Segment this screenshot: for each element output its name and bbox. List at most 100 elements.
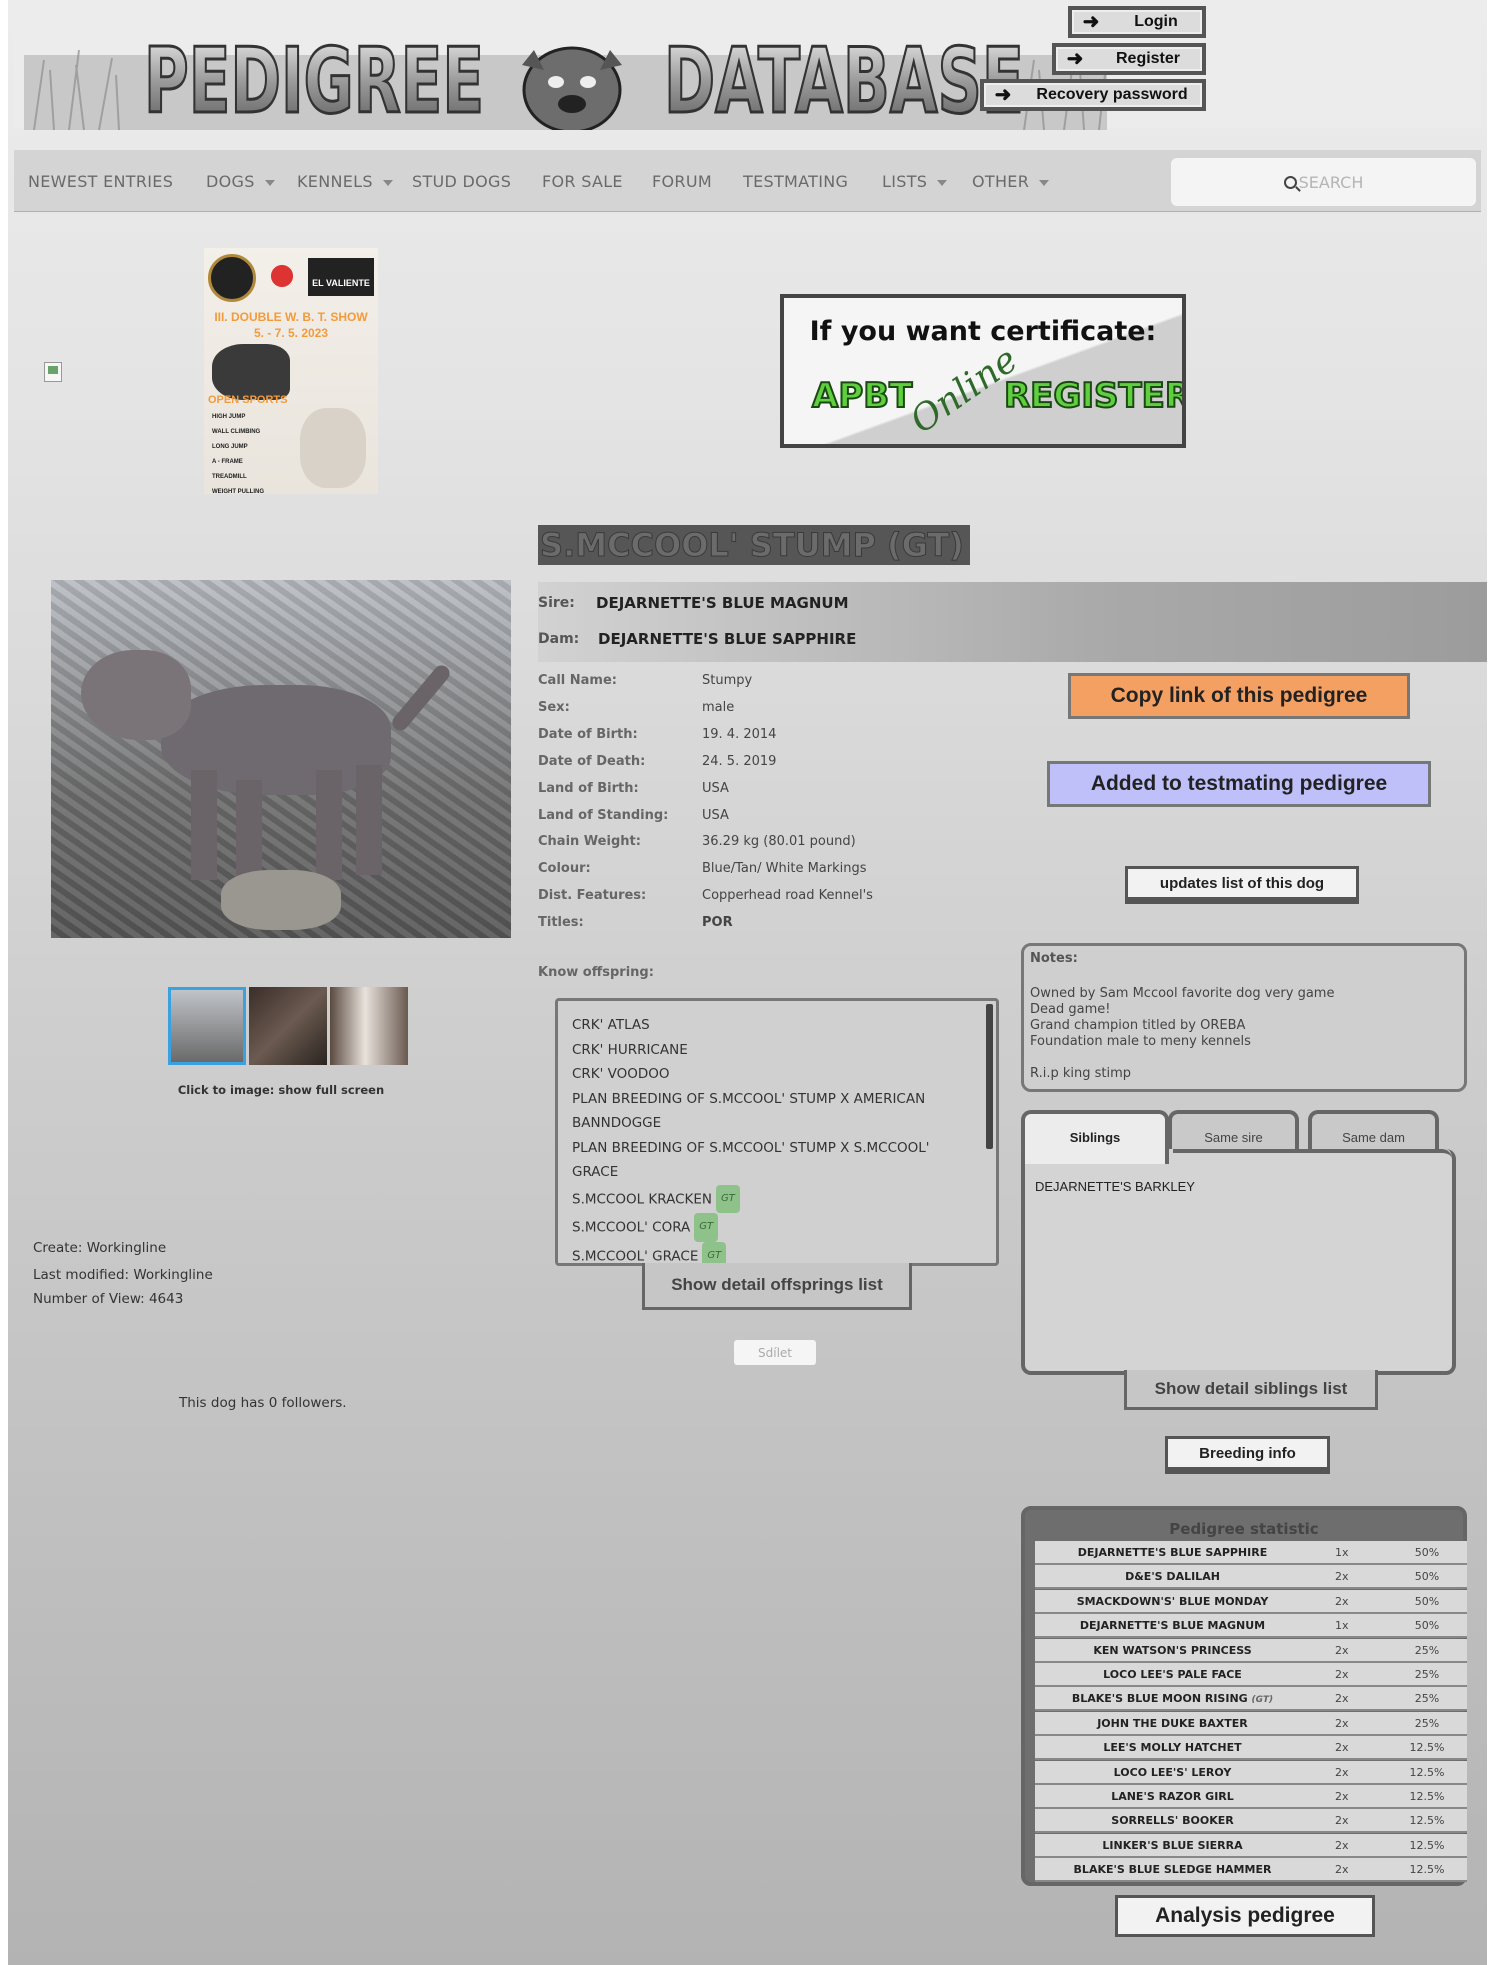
stat-dog-link[interactable]: SMACKDOWN'S' BLUE MONDAY	[1035, 1595, 1310, 1608]
site-header: PEDIGREE DATABASE ➜ Login ➜ Register ➜ Reco…	[14, 0, 1481, 130]
breeding-info-button[interactable]: Breeding info	[1165, 1436, 1330, 1474]
sibling-link[interactable]: DEJARNETTE'S BARKLEY	[1035, 1179, 1195, 1194]
created-by: Create: Workingline	[33, 1240, 167, 1256]
offspring-link[interactable]: S.MCCOOL KRACKEN GT	[558, 1184, 978, 1213]
site-logo[interactable]: PEDIGREE DATABASE	[24, 20, 1107, 130]
stat-dog-link[interactable]: BLAKE'S BLUE MOON RISING (GT)	[1035, 1692, 1310, 1705]
stat-row: DEJARNETTE'S BLUE SAPPHIRE 1x 50%	[1035, 1541, 1467, 1565]
offspring-link[interactable]: PLAN BREEDING OF S.MCCOOL' STUMP X AMERI…	[558, 1087, 978, 1136]
tab-same-sire[interactable]: Same sire	[1168, 1110, 1299, 1154]
nav-dogs[interactable]: DOGS	[206, 172, 275, 191]
stat-count: 2x	[1335, 1570, 1349, 1584]
nav-kennels[interactable]: KENNELS	[297, 172, 393, 191]
offspring-detail-button[interactable]: Show detail offsprings list	[642, 1263, 912, 1310]
nav-forum[interactable]: FORUM	[652, 172, 712, 191]
recovery-password-button[interactable]: ➜ Recovery password	[980, 79, 1206, 111]
info-value: POR	[702, 915, 733, 931]
view-count: Number of View: 4643	[33, 1291, 184, 1307]
stat-count: 2x	[1335, 1741, 1349, 1755]
stat-percent: 25%	[1414, 1716, 1440, 1730]
stat-row: JOHN THE DUKE BAXTER 2x 25%	[1035, 1711, 1467, 1736]
stat-dog-link[interactable]: BLAKE'S BLUE SLEDGE HAMMER	[1035, 1863, 1310, 1876]
stat-percent: 50%	[1414, 1594, 1440, 1608]
nav-stud-dogs[interactable]: STUD DOGS	[412, 172, 511, 191]
register-button[interactable]: ➜ Register	[1052, 43, 1206, 75]
note-line	[1030, 1050, 1464, 1066]
thumbnail-2[interactable]	[249, 987, 327, 1065]
note-line: Foundation male to meny kennels	[1030, 1034, 1251, 1049]
sire-link[interactable]: DEJARNETTE'S BLUE MAGNUM	[596, 594, 849, 612]
info-value: 19. 4. 2014	[702, 726, 777, 742]
svg-text:DATABASE: DATABASE	[664, 29, 1024, 130]
last-modified: Last modified: Workingline	[33, 1267, 213, 1283]
search-input[interactable]: SEARCH	[1171, 158, 1476, 206]
thumbnail-1[interactable]	[168, 987, 246, 1065]
note-line: Grand champion titled by OREBA	[1030, 1018, 1246, 1033]
svg-text:PEDIGREE: PEDIGREE	[144, 29, 484, 130]
login-button[interactable]: ➜ Login	[1068, 6, 1206, 38]
info-value: male	[702, 699, 735, 715]
tab-same-dam[interactable]: Same dam	[1308, 1110, 1439, 1154]
thumbnail-3[interactable]	[330, 987, 408, 1065]
share-button[interactable]: Sdílet	[734, 1340, 816, 1365]
notes-box: Notes: Owned by Sam Mccool favorite dog …	[1021, 943, 1467, 1092]
apbt-register-banner[interactable]: If you want certificate: APBT Online REG…	[780, 294, 1186, 448]
testmating-button[interactable]: Added to testmating pedigree	[1047, 761, 1431, 807]
nav-testmating[interactable]: TESTMATING	[743, 172, 848, 191]
stat-dog-link[interactable]: LINKER'S BLUE SIERRA	[1035, 1839, 1310, 1852]
stat-dog-link[interactable]: KEN WATSON'S PRINCESS	[1035, 1644, 1310, 1657]
offspring-link[interactable]: S.MCCOOL' CORA GT	[558, 1213, 978, 1242]
stat-count: 2x	[1335, 1838, 1349, 1852]
stat-dog-link[interactable]: JOHN THE DUKE BAXTER	[1035, 1717, 1310, 1730]
dog-main-photo[interactable]	[51, 580, 511, 938]
nav-lists[interactable]: LISTS	[882, 172, 948, 191]
stat-count: 2x	[1335, 1790, 1349, 1803]
stat-dog-link[interactable]: LANE'S RAZOR GIRL	[1035, 1790, 1310, 1803]
analysis-pedigree-button[interactable]: Analysis pedigree	[1115, 1895, 1375, 1937]
stat-row: BLAKE'S BLUE MOON RISING (GT) 2x 25%	[1035, 1687, 1467, 1712]
page: PEDIGREE DATABASE ➜ Login ➜ Register ➜ Reco…	[8, 0, 1487, 1965]
info-value: Stumpy	[702, 673, 753, 688]
gt-badge: (GT)	[1251, 1695, 1274, 1706]
bulldog-icon	[522, 46, 622, 130]
stat-percent: 25%	[1414, 1668, 1440, 1681]
info-value: 36.29 kg (80.01 pound)	[702, 834, 856, 850]
chevron-down-icon	[382, 179, 393, 186]
stat-dog-link[interactable]: LOCO LEE'S PALE FACE	[1035, 1668, 1310, 1681]
stat-dog-link[interactable]: SORRELLS' BOOKER	[1035, 1814, 1310, 1827]
stat-row: DEJARNETTE'S BLUE MAGNUM 1x 50%	[1035, 1614, 1467, 1639]
arrow-right-icon: ➜	[1066, 48, 1084, 70]
stat-dog-link[interactable]: DEJARNETTE'S BLUE SAPPHIRE	[1035, 1546, 1310, 1559]
stat-dog-link[interactable]: DEJARNETTE'S BLUE MAGNUM	[1035, 1619, 1310, 1632]
search-icon	[1283, 175, 1301, 192]
updates-list-button[interactable]: updates list of this dog	[1125, 866, 1359, 904]
stat-count: 2x	[1335, 1668, 1349, 1681]
stat-count: 2x	[1335, 1594, 1349, 1608]
offspring-link[interactable]: PLAN BREEDING OF S.MCCOOL' STUMP X S.MCC…	[558, 1136, 978, 1185]
event-poster-ad[interactable]: EL VALIENTE III. DOUBLE W. B. T. SHOW 5.…	[204, 248, 378, 494]
info-value: 24. 5. 2019	[702, 753, 777, 769]
stat-percent: 12.5%	[1409, 1765, 1445, 1779]
info-label: Colour:	[538, 861, 591, 877]
stat-row: LINKER'S BLUE SIERRA 2x 12.5%	[1035, 1833, 1467, 1858]
stat-row: BLAKE'S BLUE SLEDGE HAMMER 2x 12.5%	[1035, 1858, 1467, 1883]
copy-link-button[interactable]: Copy link of this pedigree	[1068, 673, 1410, 719]
main-nav: NEWEST ENTRIES DOGS KENNELS STUD DOGS FO…	[14, 150, 1481, 212]
tab-siblings[interactable]: Siblings	[1021, 1110, 1169, 1164]
nav-newest-entries[interactable]: NEWEST ENTRIES	[28, 172, 173, 191]
info-label: Chain Weight:	[538, 834, 641, 850]
offspring-link[interactable]: CRK' VOODOO	[558, 1062, 978, 1087]
stat-row: LOCO LEE'S' LEROY 2x 12.5%	[1035, 1760, 1467, 1785]
stat-dog-link[interactable]: LEE'S MOLLY HATCHET	[1035, 1741, 1310, 1754]
nav-for-sale[interactable]: FOR SALE	[542, 172, 623, 191]
stat-dog-link[interactable]: D&E'S DALILAH	[1035, 1570, 1310, 1583]
siblings-detail-button[interactable]: Show detail siblings list	[1124, 1370, 1378, 1410]
offspring-link[interactable]: CRK' ATLAS	[558, 1013, 978, 1038]
scrollbar[interactable]	[986, 1004, 993, 1149]
nav-other[interactable]: OTHER	[972, 172, 1050, 191]
stat-dog-link[interactable]: LOCO LEE'S' LEROY	[1035, 1766, 1310, 1779]
offspring-title: Know offspring:	[538, 965, 654, 980]
siblings-panel: DEJARNETTE'S BARKLEY	[1021, 1149, 1456, 1375]
offspring-link[interactable]: CRK' HURRICANE	[558, 1038, 978, 1063]
dam-link[interactable]: DEJARNETTE'S BLUE SAPPHIRE	[598, 630, 856, 648]
